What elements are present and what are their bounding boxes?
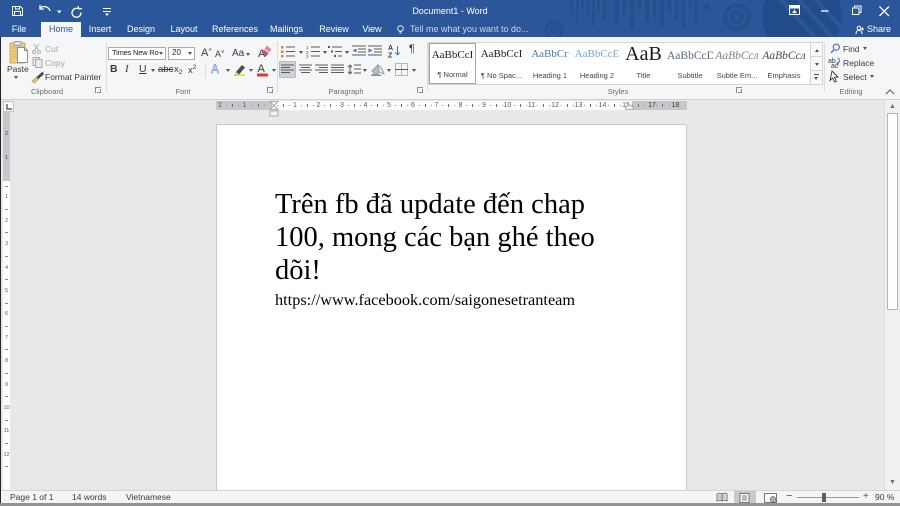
svg-text:A: A bbox=[258, 63, 266, 75]
svg-text:A: A bbox=[388, 45, 393, 52]
svg-text:3: 3 bbox=[306, 54, 309, 59]
svg-text:Z: Z bbox=[388, 53, 393, 60]
